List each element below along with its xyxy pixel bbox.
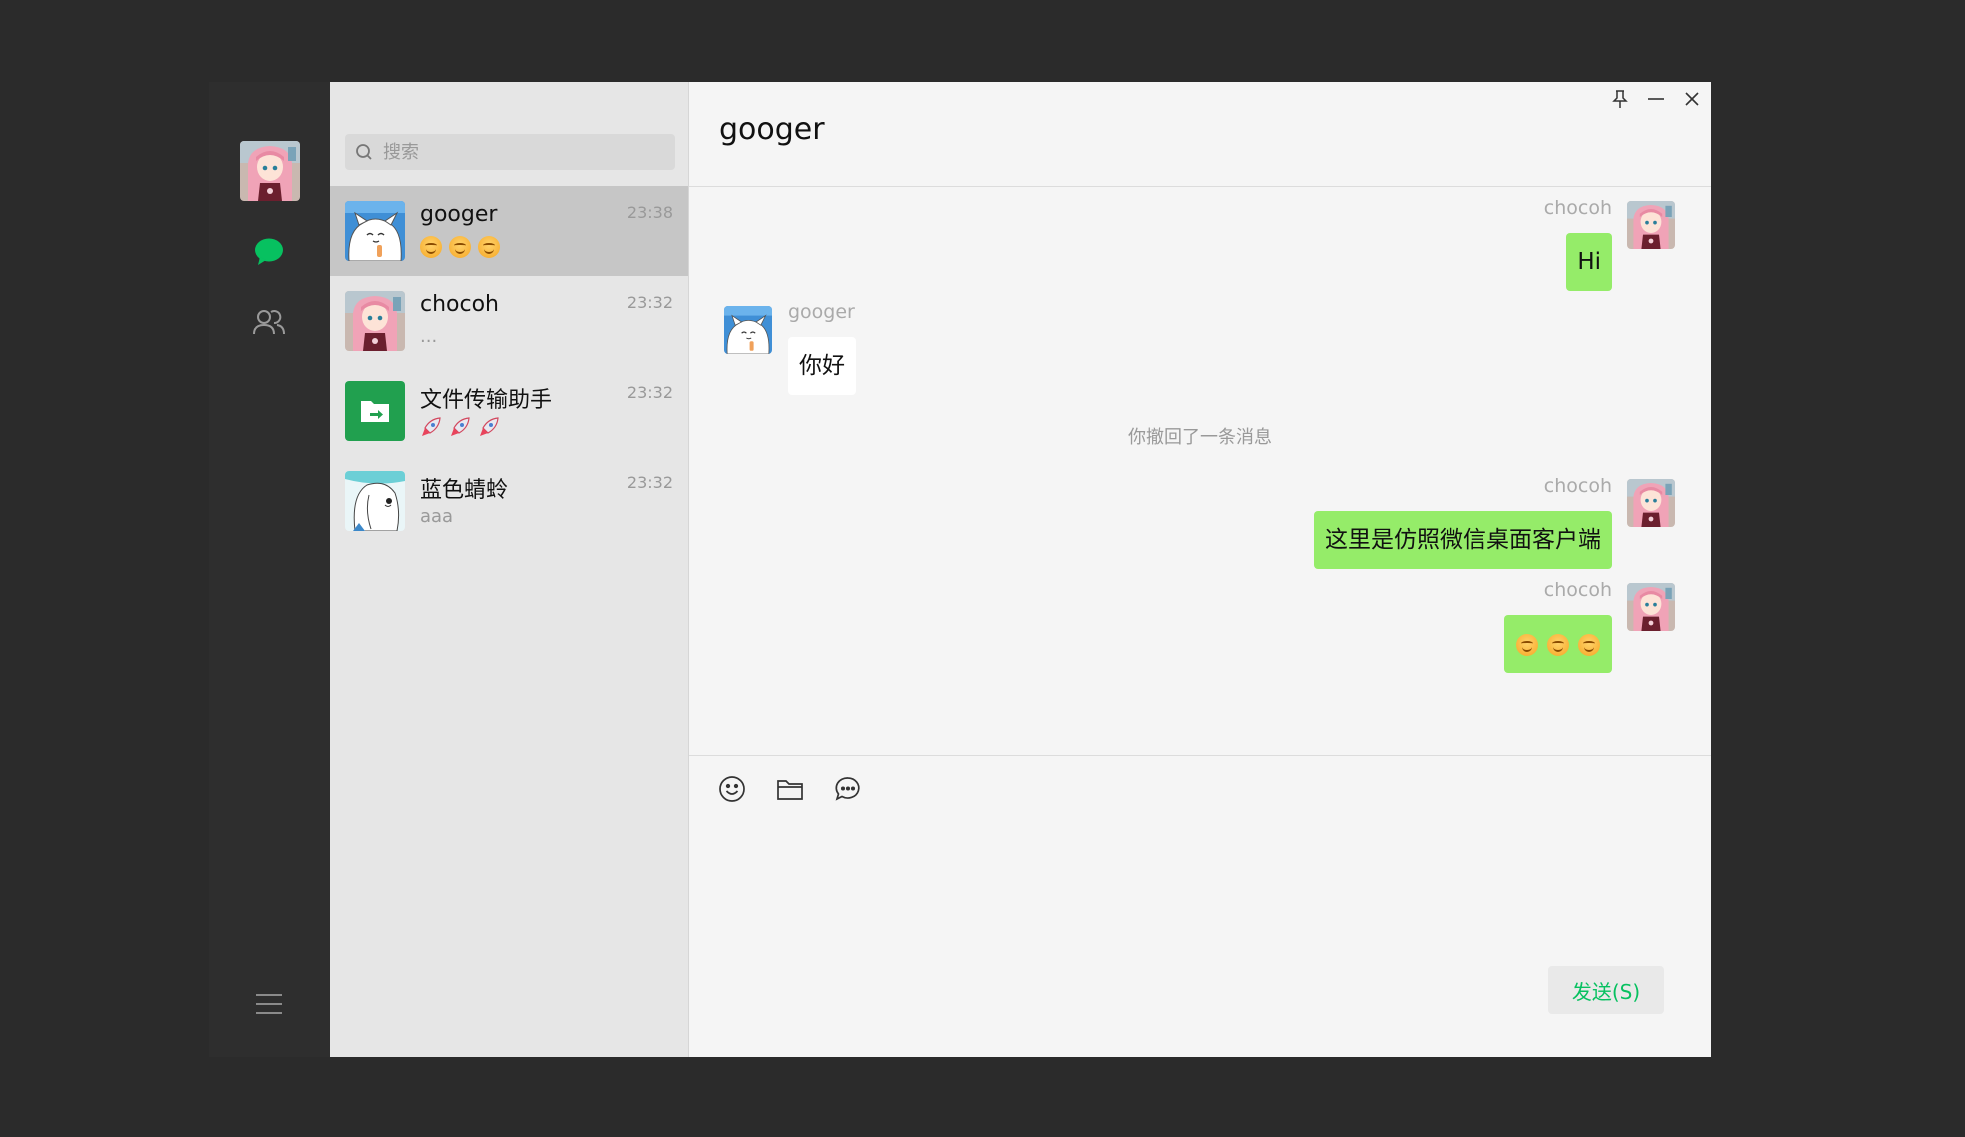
sender-name: googer (788, 301, 855, 323)
window-controls (1609, 88, 1703, 110)
conversation-name: 文件传输助手 (420, 388, 553, 413)
conversation-time: 23:38 (626, 203, 673, 222)
chat-bubble-icon[interactable] (249, 232, 289, 272)
conversation-item-chocoh[interactable]: chocoh 23:32 ... (330, 276, 688, 366)
emoji-icon[interactable] (717, 774, 747, 804)
conversation-preview (420, 416, 507, 438)
message-bubble[interactable]: Hi (1566, 233, 1612, 291)
avatar[interactable] (1627, 479, 1675, 527)
left-nav-bar (209, 82, 330, 1057)
sender-name: chocoh (1543, 197, 1612, 219)
message-bubble[interactable] (1504, 615, 1612, 673)
conversation-item-googer[interactable]: googer 23:38 (330, 186, 688, 276)
conversation-preview: aaa (420, 506, 454, 527)
rocket-emoji-icon (422, 417, 441, 436)
avatar (345, 291, 405, 351)
smile-emoji-icon (1547, 633, 1569, 656)
search-input[interactable] (381, 140, 665, 164)
message-outgoing: chocoh (689, 569, 1711, 679)
message-outgoing: chocoh Hi (689, 187, 1711, 291)
avatar (345, 471, 405, 531)
avatar[interactable] (1627, 583, 1675, 631)
message-bubble[interactable]: 这里是仿照微信桌面客户端 (1314, 511, 1612, 569)
conversation-time: 23:32 (626, 473, 673, 492)
pin-icon[interactable] (1609, 88, 1631, 110)
conversation-list-panel: googer 23:38 chocoh 23:32 ... 文件传输助手 23:… (330, 82, 689, 1057)
search-icon (356, 144, 372, 160)
sender-name: chocoh (1543, 579, 1612, 601)
conversation-time: 23:32 (626, 293, 673, 312)
send-button[interactable]: 发送(S) (1548, 966, 1664, 1014)
search-box[interactable] (345, 134, 675, 170)
message-incoming: googer 你好 (689, 287, 1711, 397)
chat-panel: googer chocoh Hi googer 你好 你撤回了一条消息 choc… (689, 82, 1711, 1057)
conversation-name: googer (420, 202, 498, 227)
conversation-name: chocoh (420, 292, 499, 317)
minimize-icon[interactable] (1645, 88, 1667, 110)
message-area: chocoh Hi googer 你好 你撤回了一条消息 chocoh 这里是仿… (689, 187, 1711, 837)
rocket-emoji-icon (480, 417, 499, 436)
close-icon[interactable] (1681, 88, 1703, 110)
smile-emoji-icon (1516, 633, 1538, 656)
sender-name: chocoh (1543, 475, 1612, 497)
chat-history-icon[interactable] (833, 774, 863, 804)
smile-emoji-icon (449, 236, 471, 258)
avatar[interactable] (724, 306, 772, 354)
menu-icon[interactable] (249, 984, 289, 1024)
conversation-preview (420, 236, 507, 258)
smile-emoji-icon (478, 236, 500, 258)
folder-icon[interactable] (775, 774, 805, 804)
chat-title: googer (719, 112, 825, 147)
conversation-item-lanse[interactable]: 蓝色蜻蛉 23:32 aaa (330, 456, 688, 546)
message-bubble[interactable]: 你好 (788, 337, 856, 395)
system-message: 你撤回了一条消息 (1128, 427, 1272, 448)
conversation-list: googer 23:38 chocoh 23:32 ... 文件传输助手 23:… (330, 186, 688, 546)
conversation-time: 23:32 (626, 383, 673, 402)
wechat-window: googer 23:38 chocoh 23:32 ... 文件传输助手 23:… (209, 82, 1711, 1057)
avatar (345, 201, 405, 261)
smile-emoji-icon (1578, 633, 1600, 656)
contacts-icon[interactable] (249, 302, 289, 342)
conversation-item-file-transfer[interactable]: 文件传输助手 23:32 (330, 366, 688, 456)
rocket-emoji-icon (451, 417, 470, 436)
message-outgoing: chocoh 这里是仿照微信桌面客户端 (689, 465, 1711, 569)
avatar (345, 381, 405, 441)
my-avatar[interactable] (240, 141, 300, 201)
input-divider (689, 755, 1711, 756)
message-input[interactable] (717, 822, 1683, 952)
input-toolbar (717, 774, 863, 804)
conversation-name: 蓝色蜻蛉 (420, 478, 509, 503)
avatar[interactable] (1627, 201, 1675, 249)
conversation-preview: ... (420, 326, 438, 347)
smile-emoji-icon (420, 236, 442, 258)
